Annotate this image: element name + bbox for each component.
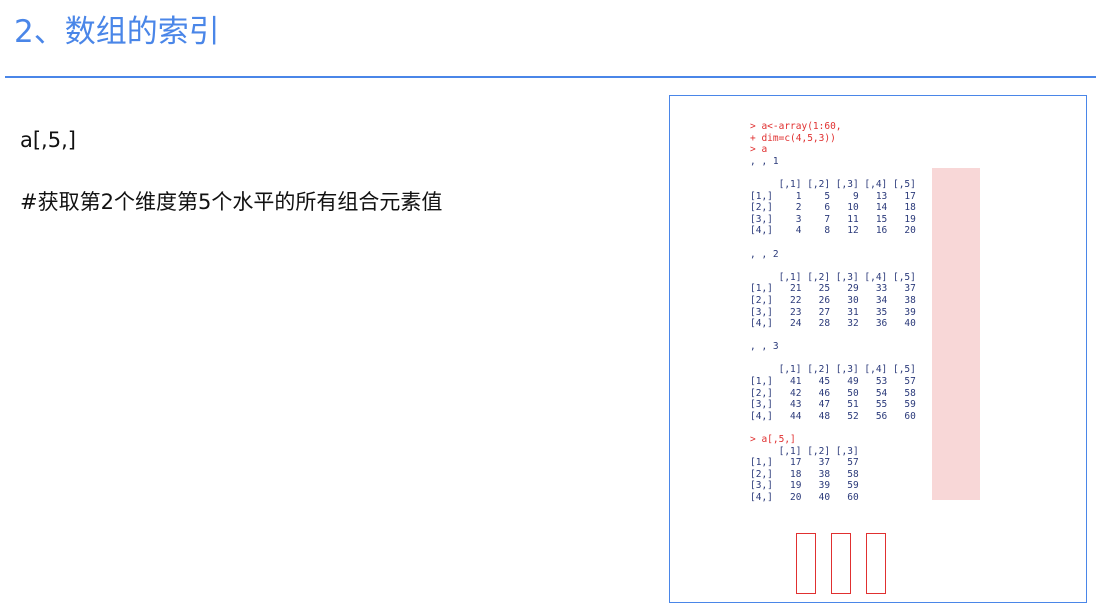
console-output-line: [2,] 42 46 50 54 58 (750, 387, 916, 399)
console-command-line: > a<-array(1:60, (750, 121, 842, 132)
console-output-line: [,1] [,2] [,3] [,4] [,5] (750, 178, 916, 190)
console-output-line: [4,] 24 28 32 36 40 (750, 318, 916, 330)
console-output-line: [3,] 19 39 59 (750, 480, 859, 492)
console-output-line: [2,] 22 26 30 34 38 (750, 294, 916, 306)
result-column-1-box (796, 533, 816, 594)
console-output-line (750, 237, 916, 249)
console-output-line: [2,] 2 6 10 14 18 (750, 202, 916, 214)
console-output-line: [4,] 20 40 60 (750, 492, 859, 503)
console-command-line: > a[,5,] (750, 434, 796, 446)
console-output-line (750, 330, 916, 342)
console-output: > a<-array(1:60, + dim=c(4,5,3)) > a, , 1 … (750, 121, 916, 504)
console-output-line: [1,] 41 45 49 53 57 (750, 376, 916, 388)
console-output-line: [,1] [,2] [,3] [,4] [,5] (750, 364, 916, 376)
console-output-line (750, 260, 916, 272)
console-output-line: , , 1 (750, 155, 779, 167)
column-5-highlight (932, 168, 980, 500)
console-screenshot: > a<-array(1:60, + dim=c(4,5,3)) > a, , 1 … (669, 95, 1087, 603)
console-output-line: , , 3 (750, 341, 779, 353)
console-output-line: , , 2 (750, 248, 779, 260)
code-comment: #获取第2个维度第5个水平的所有组合元素值 (20, 190, 443, 214)
console-output-line: [2,] 18 38 58 (750, 468, 859, 480)
console-output-line: [1,] 21 25 29 33 37 (750, 283, 916, 295)
code-expression: a[,5,] (20, 128, 76, 152)
console-output-line: [,1] [,2] [,3] (750, 445, 859, 457)
console-output-line: [1,] 17 37 57 (750, 457, 859, 469)
slide-title: 2、数组的索引 (14, 14, 220, 50)
console-output-line: [3,] 43 47 51 55 59 (750, 399, 916, 411)
console-output-line (750, 353, 916, 365)
console-output-line: [1,] 1 5 9 13 17 (750, 190, 916, 202)
console-output-line: [3,] 23 27 31 35 39 (750, 306, 916, 318)
console-output-line: [4,] 4 8 12 16 20 (750, 225, 916, 237)
console-output-line: [4,] 44 48 52 56 60 (750, 410, 916, 422)
title-divider (5, 76, 1096, 78)
result-column-3-box (866, 533, 886, 594)
console-command-line: + dim=c(4,5,3)) (750, 132, 836, 144)
console-output-line: [3,] 3 7 11 15 19 (750, 213, 916, 225)
console-output-line: [,1] [,2] [,3] [,4] [,5] (750, 271, 916, 283)
result-column-2-box (831, 533, 851, 594)
console-command-line: > a (750, 144, 768, 156)
console-output-line (750, 167, 916, 179)
console-output-line (750, 422, 916, 434)
